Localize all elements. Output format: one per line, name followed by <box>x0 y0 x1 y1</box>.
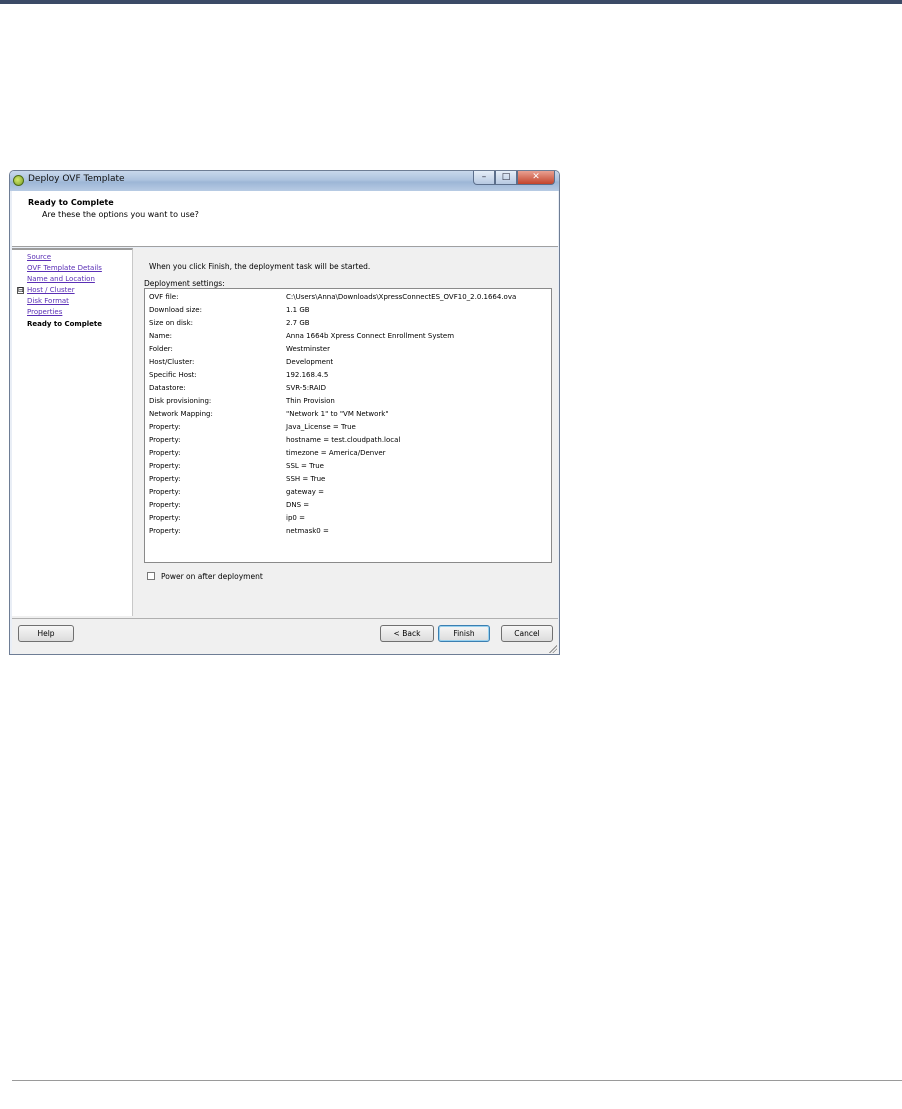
settings-key: Size on disk: <box>149 319 193 327</box>
settings-value: SSL = True <box>286 462 324 470</box>
settings-value: Anna 1664b Xpress Connect Enrollment Sys… <box>286 332 455 340</box>
settings-key: Property: <box>149 488 181 496</box>
settings-key: Name: <box>149 332 173 340</box>
deploy-ovf-dialog: Deploy OVF Template – □ ✕ Ready to Compl… <box>9 170 560 655</box>
settings-value: 2.7 GB <box>286 319 310 327</box>
window-controls: – □ ✕ <box>473 171 555 185</box>
power-on-label: Power on after deployment <box>161 572 263 581</box>
settings-value: timezone = America/Denver <box>286 449 386 457</box>
finish-button[interactable]: Finish <box>438 625 490 642</box>
settings-value: SSH = True <box>286 475 326 483</box>
step-title: Ready to Complete <box>28 198 114 207</box>
settings-value: C:\Users\Anna\Downloads\XpressConnectES_… <box>286 293 517 301</box>
vsphere-app-icon <box>13 175 24 186</box>
settings-value: hostname = test.cloudpath.local <box>286 436 401 444</box>
deployment-settings-list[interactable]: OVF file: C:\Users\Anna\Downloads\XpressC… <box>144 288 552 563</box>
settings-key: Folder: <box>149 345 173 353</box>
settings-key: Specific Host: <box>149 371 197 379</box>
intro-text: When you click Finish, the deployment ta… <box>149 262 371 271</box>
settings-key: Property: <box>149 527 181 535</box>
settings-key: Disk provisioning: <box>149 397 212 405</box>
settings-value: Thin Provision <box>286 397 335 405</box>
wizard-body: Source OVF Template Details Name and Loc… <box>12 248 558 618</box>
title-bar[interactable]: Deploy OVF Template – □ ✕ <box>10 171 559 191</box>
settings-value: DNS = <box>286 501 310 509</box>
settings-key: Property: <box>149 423 181 431</box>
page-bottom-rule <box>12 1080 902 1081</box>
settings-key: Datastore: <box>149 384 186 392</box>
close-button[interactable]: ✕ <box>517 171 555 185</box>
settings-key: Property: <box>149 436 181 444</box>
maximize-button[interactable]: □ <box>495 171 517 185</box>
window-title: Deploy OVF Template <box>28 174 125 184</box>
nav-step-source[interactable]: Source <box>27 253 51 261</box>
settings-value: gateway = <box>286 488 325 496</box>
settings-key: Network Mapping: <box>149 410 213 418</box>
nav-step-ready-to-complete: Ready to Complete <box>27 320 102 328</box>
settings-value: SVR-5:RAID <box>286 384 326 392</box>
settings-value: netmask0 = <box>286 527 329 535</box>
step-subtitle: Are these the options you want to use? <box>42 210 199 219</box>
nav-step-properties[interactable]: Properties <box>27 308 62 316</box>
collapse-icon[interactable]: ⊟ <box>17 287 24 294</box>
wizard-step-nav: Source OVF Template Details Name and Loc… <box>12 248 133 616</box>
back-button[interactable]: < Back <box>380 625 434 642</box>
settings-key: Property: <box>149 514 181 522</box>
wizard-header: Ready to Complete Are these the options … <box>12 191 558 247</box>
settings-label: Deployment settings: <box>144 279 225 288</box>
cancel-button[interactable]: Cancel <box>501 625 553 642</box>
nav-step-name-and-location[interactable]: Name and Location <box>27 275 95 283</box>
minimize-button[interactable]: – <box>473 171 495 185</box>
page-top-bar <box>0 0 902 4</box>
settings-value: 192.168.4.5 <box>286 371 329 379</box>
settings-key: OVF file: <box>149 293 179 301</box>
settings-key: Property: <box>149 501 181 509</box>
wizard-content: When you click Finish, the deployment ta… <box>134 248 558 618</box>
settings-value: Development <box>286 358 334 366</box>
nav-step-host-cluster[interactable]: Host / Cluster <box>27 286 75 294</box>
settings-key: Property: <box>149 475 181 483</box>
wizard-footer: Help < Back Finish Cancel <box>12 618 558 654</box>
settings-value: Westminster <box>286 345 330 353</box>
settings-key: Download size: <box>149 306 202 314</box>
nav-step-ovf-template-details[interactable]: OVF Template Details <box>27 264 102 272</box>
power-on-checkbox[interactable] <box>147 572 155 580</box>
settings-key: Property: <box>149 449 181 457</box>
nav-step-disk-format[interactable]: Disk Format <box>27 297 69 305</box>
settings-value: 1.1 GB <box>286 306 310 314</box>
settings-key: Host/Cluster: <box>149 358 195 366</box>
settings-value: ip0 = <box>286 514 305 522</box>
resize-grip-icon[interactable] <box>549 645 557 653</box>
help-button[interactable]: Help <box>18 625 74 642</box>
settings-value: "Network 1" to "VM Network" <box>286 410 389 418</box>
settings-key: Property: <box>149 462 181 470</box>
settings-value: Java_License = True <box>286 423 356 431</box>
